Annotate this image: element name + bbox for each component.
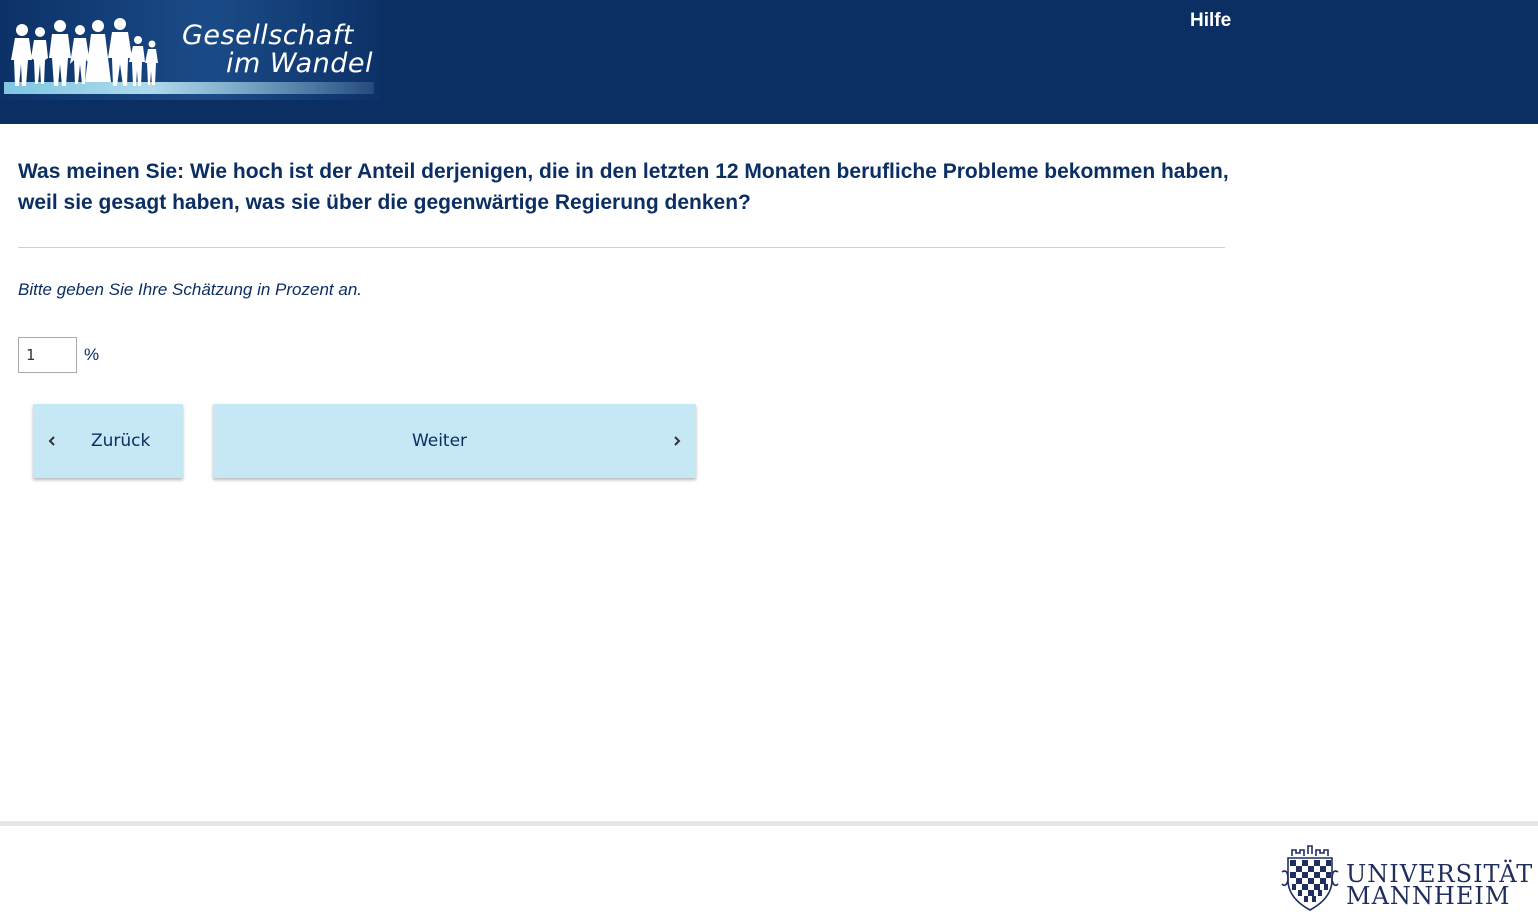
divider [18,247,1225,248]
back-button[interactable]: Zurück [33,404,183,478]
logo-title-line1: Gesellschaft [182,20,354,51]
percent-unit-label: % [84,345,100,364]
next-button[interactable]: Weiter [213,404,696,478]
universitaet-mannheim-logo: UNIVERSITÄT MANNHEIM [1278,842,1534,916]
next-button-label: Weiter [411,431,468,451]
question-text: Was meinen Sie: Wie hoch ist der Anteil … [18,160,1229,214]
header-bar: Gesellschaft im Wandel Hilfe [0,0,1538,124]
footer-divider [0,821,1538,826]
gesellschaft-im-wandel-logo: Gesellschaft im Wandel [0,0,380,100]
logo-title-line2: im Wandel [226,48,374,79]
chevron-left-icon [48,436,55,446]
university-name-line2: MANNHEIM [1346,882,1511,910]
percent-input[interactable] [18,337,77,373]
university-crest-icon [1281,845,1339,911]
people-silhouettes-icon [11,18,158,86]
help-link[interactable]: Hilfe [1190,10,1231,32]
chevron-right-icon [674,436,681,446]
back-button-label: Zurück [91,431,151,451]
instruction-text: Bitte geben Sie Ihre Schätzung in Prozen… [18,280,363,299]
